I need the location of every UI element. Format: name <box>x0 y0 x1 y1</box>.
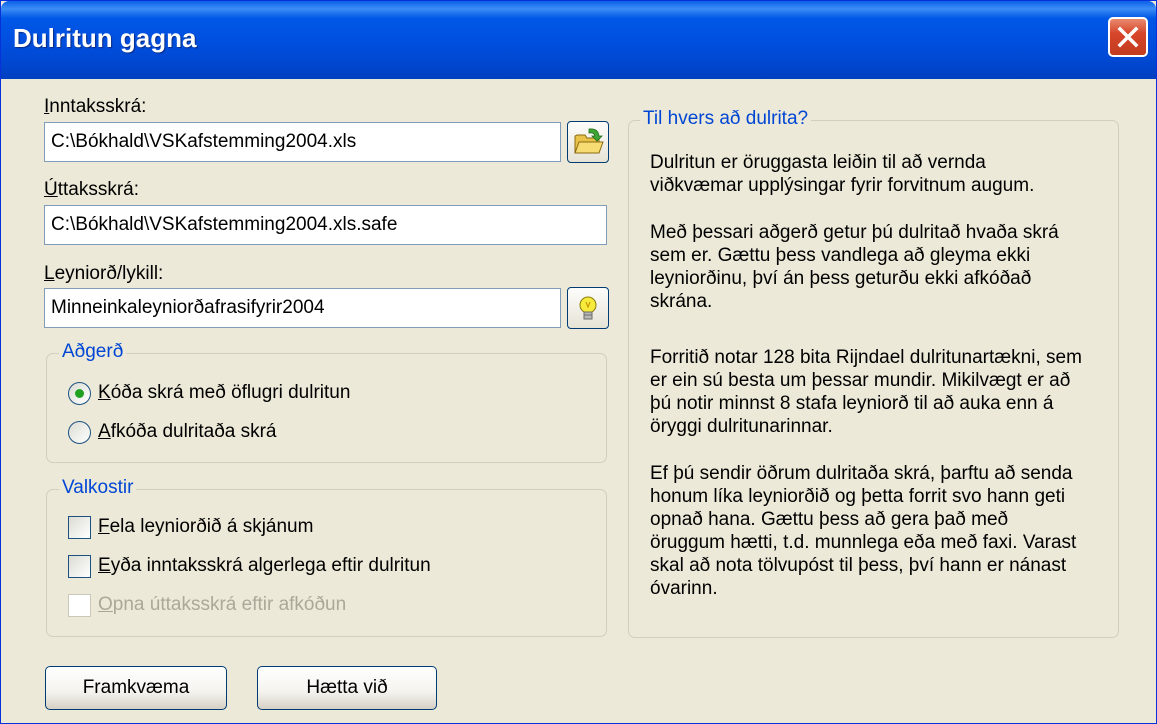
output-file-field[interactable]: C:\Bókhald\VSKafstemming2004.xls.safe <box>44 205 607 245</box>
action-group-title: Aðgerð <box>59 341 127 363</box>
info-text-line: óvarinn. <box>650 578 718 599</box>
action-group <box>46 353 607 463</box>
info-text-line: skal að nota tölvupóst til þess, því han… <box>650 555 1067 576</box>
input-file-label: Inntaksskrá: <box>44 96 147 117</box>
window-title: Dulritun gagna <box>13 23 197 53</box>
info-text-line: öruggum hætti, t.d. munnlega eða með fax… <box>650 532 1077 553</box>
info-group-title: Til hvers að dulrita? <box>640 108 812 130</box>
execute-button[interactable]: Framkvæma <box>45 666 227 710</box>
info-text-line: Forritið notar 128 bita Rijndael dulritu… <box>650 347 1082 368</box>
options-group-title: Valkostir <box>59 477 137 499</box>
cancel-button[interactable]: Hætta við <box>257 666 437 710</box>
wipe-input-checkbox[interactable] <box>68 555 91 578</box>
radio-selected-dot <box>75 389 84 398</box>
info-text-line: skrána. <box>650 291 713 312</box>
decrypt-radio[interactable] <box>68 421 91 444</box>
encrypt-radio[interactable] <box>68 382 91 405</box>
info-text-line: Ef þú sendir öðrum dulritaða skrá, þarft… <box>650 463 1073 484</box>
browse-input-button[interactable] <box>567 121 609 163</box>
close-icon <box>1117 26 1139 48</box>
title-bar[interactable]: Dulritun gagna <box>1 1 1156 79</box>
output-file-label: Úttaksskrá: <box>44 179 140 200</box>
password-label: Leyniorð/lykill: <box>44 263 164 284</box>
info-text-line: er ein sú besta um þessar mundir. Mikilv… <box>650 370 1071 391</box>
info-text-line: opnað hana. Gættu þess að gera það með <box>650 509 1009 530</box>
hide-password-label[interactable]: Fela leyniorðið á skjánum <box>98 516 313 538</box>
info-text-line: honum líka leyniorðið og þetta forrit sv… <box>650 486 1066 507</box>
info-text-line: leyniorðinu, því án þess geturðu ekki af… <box>650 268 1032 289</box>
encrypt-option-label[interactable]: Kóða skrá með öflugri dulritun <box>98 382 350 404</box>
close-button[interactable] <box>1108 17 1148 57</box>
password-field[interactable]: Minneinkaleyniorðafrasifyrir2004 <box>44 288 561 328</box>
info-text-line: Dulritun er öruggasta leiðin til að vern… <box>650 152 986 173</box>
decrypt-option-label[interactable]: Afkóða dulritaða skrá <box>98 421 277 443</box>
open-output-label[interactable]: Opna úttaksskrá eftir afkóðun <box>98 594 346 616</box>
password-hint-button[interactable] <box>567 287 609 329</box>
hide-password-checkbox[interactable] <box>68 516 91 539</box>
folder-open-icon <box>574 128 604 154</box>
lightbulb-icon <box>579 296 597 320</box>
info-text-line: Með þessari aðgerð getur þú dulritað hva… <box>650 222 1059 243</box>
wipe-input-label[interactable]: Eyða inntaksskrá algerlega eftir dulritu… <box>98 555 431 577</box>
open-output-checkbox[interactable] <box>68 594 91 617</box>
info-text-line: þú notir minnst 8 stafa leyniorð til að … <box>650 393 1054 414</box>
info-text-line: öryggi dulritunarinnar. <box>650 416 833 437</box>
input-file-field[interactable]: C:\Bókhald\VSKafstemming2004.xls <box>44 122 561 162</box>
info-text-line: viðkvæmar upplýsingar fyrir forvitnum au… <box>650 175 1035 196</box>
info-text-line: sem er. Gættu þess vandlega að gleyma ek… <box>650 245 1031 266</box>
dialog-window: Dulritun gagna Inntaksskrá: C:\Bókhald\V… <box>0 0 1157 724</box>
